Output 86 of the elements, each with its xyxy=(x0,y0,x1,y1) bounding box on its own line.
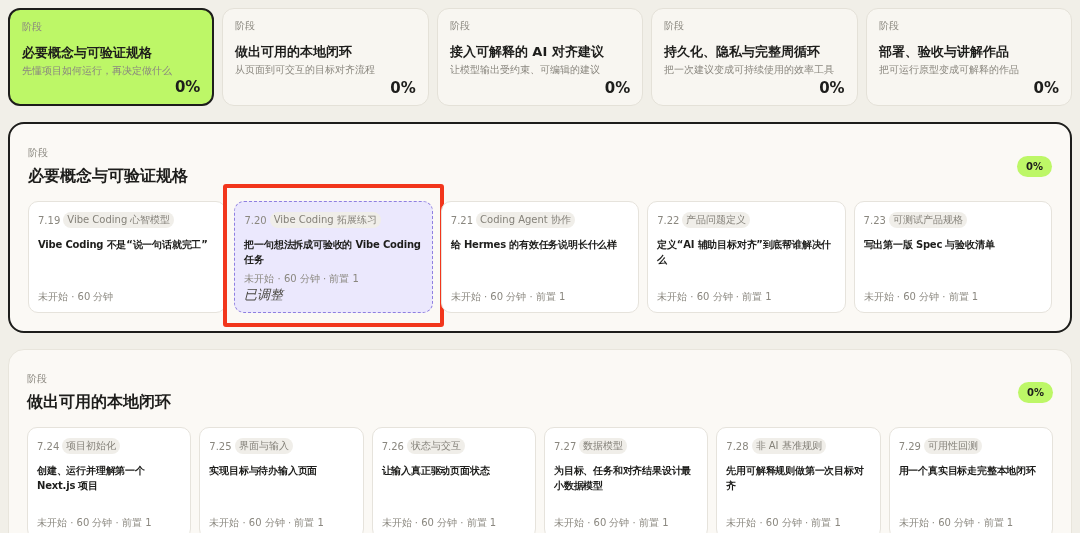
lesson-date: 7.21 xyxy=(450,214,474,226)
lesson-date: 7.26 xyxy=(381,440,404,452)
lesson-title: 写出第一版 Spec 与验收清单 xyxy=(863,238,996,252)
lesson-card[interactable]: 7.29 可用性回测 用一个真实目标走完整本地闭环 未开始 · 60 分钟 · 前置 1 xyxy=(888,427,1053,533)
stage-percent: 0% xyxy=(819,79,845,97)
lesson-tag: 可用性回测 xyxy=(923,438,982,454)
stage-subtitle: 从页面到可交互的目标对齐流程 xyxy=(235,63,377,77)
lesson-card[interactable]: 7.25 界面与输入 实现目标与待办输入页面 未开始 · 60 分钟 · 前置 1 xyxy=(199,427,364,533)
lesson-card[interactable]: 7.27 数据模型 为目标、任务和对齐结果设计最小数据模型 未开始 · 60 分钟 · 前置 1 xyxy=(544,427,709,533)
lesson-tag: 状态与交互 xyxy=(406,438,465,454)
stage-percent: 0% xyxy=(390,79,416,97)
lesson-meta: 未开始 · 60 分钟 · 前置 1 xyxy=(726,516,842,530)
lesson-tag: 产品问题定义 xyxy=(682,212,751,228)
progress-badge: 0% xyxy=(1017,156,1052,177)
stage-percent: 0% xyxy=(1033,79,1059,97)
lesson-meta: 未开始 · 60 分钟 · 前置 1 xyxy=(37,516,153,530)
lesson-title: 定义“AI 辅助目标对齐”到底帮谁解决什么 xyxy=(657,238,833,267)
lesson-card[interactable]: 7.20 Vibe Coding 拓展练习 把一句想法拆成可验收的 Vibe Coding 任务 未开始 · 60 分钟 · 前置 1 已调整 xyxy=(234,201,433,313)
lesson-date: 7.27 xyxy=(554,440,577,452)
section-title: 做出可用的本地闭环 xyxy=(27,392,171,413)
lesson-meta: 未开始 · 60 分钟 · 前置 1 xyxy=(898,516,1015,530)
stage-title: 持久化、隐私与完整周循环 xyxy=(664,43,822,61)
lesson-date: 7.20 xyxy=(244,214,267,226)
lesson-meta: 未开始 · 60 分钟 · 前置 1 xyxy=(209,516,325,530)
stage-title: 必要概念与可验证规格 xyxy=(22,44,153,62)
stage-title: 做出可用的本地闭环 xyxy=(235,43,354,61)
lesson-tag: 界面与输入 xyxy=(234,438,293,454)
lesson-title: Vibe Coding 不是“说一句话就完工” xyxy=(38,238,209,252)
lesson-date: 7.24 xyxy=(37,440,60,452)
stage-card[interactable]: 阶段 接入可解释的 AI 对齐建议 让模型输出受约束、可编辑的建议 0% xyxy=(436,8,644,106)
lesson-card[interactable]: 7.22 产品问题定义 定义“AI 辅助目标对齐”到底帮谁解决什么 未开始 · 60 分钟 · 前置 1 xyxy=(647,201,846,313)
section-title: 必要概念与可验证规格 xyxy=(28,166,188,187)
stage-subtitle: 把一次建议变成可持续使用的效率工具 xyxy=(664,63,836,77)
lesson-card[interactable]: 7.28 非 AI 基准规则 先用可解释规则做第一次目标对齐 未开始 · 60 分钟 · 前置 1 xyxy=(716,427,881,533)
lesson-date: 7.19 xyxy=(38,214,61,226)
lesson-title: 用一个真实目标走完整本地闭环 xyxy=(898,464,1037,478)
lesson-tag: 可测试产品规格 xyxy=(888,212,967,228)
stage-title: 部署、验收与讲解作品 xyxy=(878,43,1010,61)
lesson-meta: 未开始 · 60 分钟 · 前置 1 xyxy=(244,272,360,286)
lesson-tag: Vibe Coding 拓展练习 xyxy=(269,212,381,228)
stage-label: 阶段 xyxy=(664,19,686,33)
stage-subtitle: 把可运行原型变成可解释的作品 xyxy=(878,63,1020,77)
stage-card[interactable]: 阶段 做出可用的本地闭环 从页面到可交互的目标对齐流程 0% xyxy=(222,8,429,106)
lesson-date: 7.23 xyxy=(863,214,886,226)
stage-subtitle: 先懂项目如何运行，再决定做什么 xyxy=(22,64,173,78)
adjusted-note: 已调整 xyxy=(244,286,286,304)
lesson-meta: 未开始 · 60 分钟 · 前置 1 xyxy=(381,516,498,530)
lesson-meta: 未开始 · 60 分钟 · 前置 1 xyxy=(450,290,567,304)
section-label: 阶段 xyxy=(28,146,49,160)
lesson-title: 给 Hermes 的有效任务说明长什么样 xyxy=(450,238,618,252)
lesson-date: 7.25 xyxy=(209,440,232,452)
lesson-title: 为目标、任务和对齐结果设计最小数据模型 xyxy=(554,464,693,493)
stage-label: 阶段 xyxy=(22,20,43,34)
lesson-title: 让输入真正驱动页面状态 xyxy=(381,464,491,478)
lesson-tag: 数据模型 xyxy=(579,438,628,454)
stage-label: 阶段 xyxy=(235,19,257,33)
stage-percent: 0% xyxy=(174,78,201,96)
stage-card[interactable]: 阶段 必要概念与可验证规格 先懂项目如何运行，再决定做什么 0% xyxy=(8,8,215,106)
lesson-title: 实现目标与待办输入页面 xyxy=(209,464,319,478)
lesson-card[interactable]: 7.24 项目初始化 创建、运行并理解第一个 Next.js 项目 未开始 · 60 分钟 · 前置 1 xyxy=(27,427,192,533)
lesson-card[interactable]: 7.23 可测试产品规格 写出第一版 Spec 与验收清单 未开始 · 60 分钟 · 前置 1 xyxy=(853,201,1052,313)
lesson-tag: 非 AI 基准规则 xyxy=(751,438,826,454)
lesson-card[interactable]: 7.21 Coding Agent 协作 给 Hermes 的有效任务说明长什么样 未开始 · 60 分钟 · 前置 1 xyxy=(440,201,640,313)
lesson-title: 把一句想法拆成可验收的 Vibe Coding 任务 xyxy=(244,238,422,267)
stage-title: 接入可解释的 AI 对齐建议 xyxy=(449,43,605,61)
lesson-card[interactable]: 7.26 状态与交互 让输入真正驱动页面状态 未开始 · 60 分钟 · 前置 1 xyxy=(371,427,536,533)
lesson-title: 创建、运行并理解第一个 Next.js 项目 xyxy=(37,464,146,493)
lesson-date: 7.28 xyxy=(726,440,749,452)
lesson-tag: Coding Agent 协作 xyxy=(476,212,575,228)
stage-label: 阶段 xyxy=(449,19,471,33)
lesson-title: 先用可解释规则做第一次目标对齐 xyxy=(726,464,865,493)
stage-label: 阶段 xyxy=(878,19,900,33)
lesson-meta: 未开始 · 60 分钟 · 前置 1 xyxy=(554,516,670,530)
stage-percent: 0% xyxy=(604,79,631,97)
section-label: 阶段 xyxy=(27,372,48,386)
lesson-date: 7.22 xyxy=(657,214,680,226)
lesson-meta: 未开始 · 60 分钟 · 前置 1 xyxy=(657,290,773,304)
lesson-meta: 未开始 · 60 分钟 · 前置 1 xyxy=(863,290,980,304)
lesson-tag: 项目初始化 xyxy=(62,438,121,454)
lesson-tag: Vibe Coding 心智模型 xyxy=(63,212,175,228)
progress-badge: 0% xyxy=(1018,382,1053,403)
stage-card[interactable]: 阶段 持久化、隐私与完整周循环 把一次建议变成可持续使用的效率工具 0% xyxy=(651,8,858,106)
stage-card[interactable]: 阶段 部署、验收与讲解作品 把可运行原型变成可解释的作品 0% xyxy=(865,8,1072,106)
stage-subtitle: 让模型输出受约束、可编辑的建议 xyxy=(449,63,601,77)
lesson-date: 7.29 xyxy=(898,440,921,452)
lesson-meta: 未开始 · 60 分钟 xyxy=(38,290,115,304)
